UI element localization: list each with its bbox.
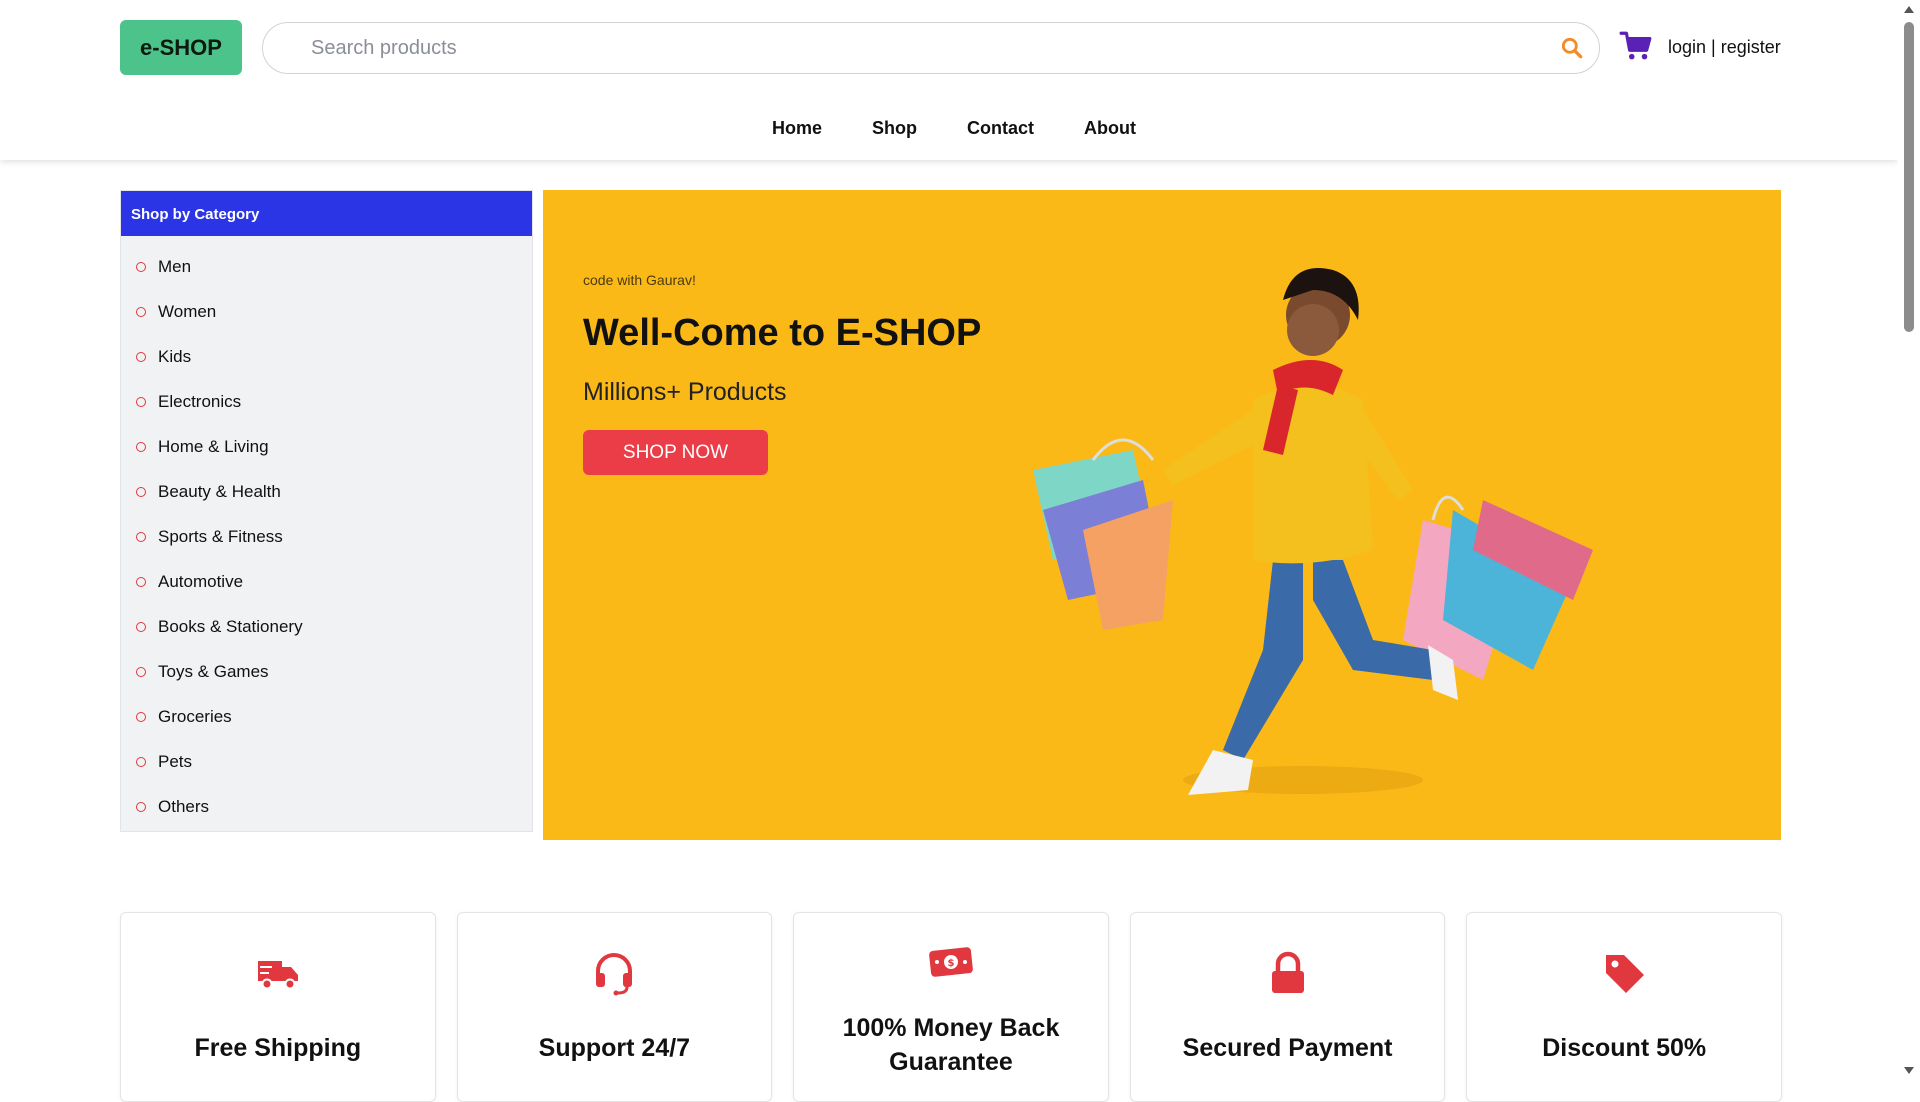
scroll-up-icon[interactable] [1904,6,1914,13]
lock-icon [1271,951,1304,993]
category-label: Home & Living [158,436,269,456]
svg-text:$: $ [948,958,955,969]
category-sports-fitness[interactable]: Sports & Fitness [121,514,532,559]
feature-card-secured-payment: Secured Payment [1129,912,1446,1102]
bullet-icon [136,306,146,317]
category-label: Women [158,301,217,321]
scroll-down-icon[interactable] [1904,1067,1914,1074]
bullet-icon [136,666,146,677]
search-bar[interactable] [262,22,1600,74]
category-label: Men [158,256,192,276]
feature-title: Free Shipping [194,1034,362,1062]
category-label: Others [158,796,210,816]
category-men[interactable]: Men [121,244,532,289]
shop-now-button[interactable]: SHOP NOW [583,430,768,475]
bullet-icon [136,261,146,272]
category-kids[interactable]: Kids [121,334,532,379]
bullet-icon [136,351,146,362]
nav-contact[interactable]: Contact [967,118,1034,139]
category-label: Sports & Fitness [158,526,283,546]
category-beauty-health[interactable]: Beauty & Health [121,469,532,514]
category-label: Kids [158,346,192,366]
hero-tagline: code with Gaurav! [583,272,696,288]
hero-banner: code with Gaurav! Well-Come to E-SHOP Mi… [543,190,1781,840]
hero-subtitle: Millions+ Products [583,378,787,406]
bullet-icon [136,486,146,497]
login-link[interactable]: login [1668,37,1706,57]
money-icon: $ [929,947,973,977]
category-list: Men Women Kids Electronics Home & Living… [121,236,532,829]
category-label: Toys & Games [158,661,269,681]
truck-icon [257,961,298,990]
bullet-icon [136,621,146,632]
category-sidebar: Shop by Category Men Women Kids Electron… [120,190,533,832]
category-label: Pets [158,751,193,771]
category-books-stationery[interactable]: Books & Stationery [121,604,532,649]
cart-icon[interactable] [1619,29,1653,63]
bullet-icon [136,441,146,452]
bullet-icon [136,756,146,767]
feature-title: Support 24/7 [538,1034,691,1062]
search-icon[interactable] [1559,35,1585,61]
headset-icon [596,953,633,996]
category-others[interactable]: Others [121,784,532,829]
search-input[interactable] [311,33,1511,63]
shopper-illustration [1033,268,1593,795]
page-scrollbar[interactable] [1898,0,1920,1080]
nav-shop[interactable]: Shop [872,118,917,139]
nav-about[interactable]: About [1084,118,1136,139]
nav-home[interactable]: Home [772,118,822,139]
feature-card-support: Support 24/7 [456,912,773,1102]
bullet-icon [136,531,146,542]
sidebar-title: Shop by Category [121,191,532,236]
bullet-icon [136,801,146,812]
category-home-living[interactable]: Home & Living [121,424,532,469]
bullet-icon [136,711,146,722]
auth-separator: | [1711,37,1716,57]
feature-card-shipping: Free Shipping [120,912,436,1102]
feature-card-money-back: $ 100% Money Back Guarantee [793,912,1109,1102]
feature-card-discount: Discount 50% [1466,912,1782,1102]
feature-title: Secured Payment [1182,1034,1393,1062]
feature-title: Discount 50% [1542,1034,1707,1062]
tag-icon [1606,955,1645,993]
scroll-thumb[interactable] [1904,22,1914,332]
category-electronics[interactable]: Electronics [121,379,532,424]
category-label: Beauty & Health [158,481,281,501]
category-label: Groceries [158,706,232,726]
category-toys-games[interactable]: Toys & Games [121,649,532,694]
category-automotive[interactable]: Automotive [121,559,532,604]
woman-figure [1163,268,1458,795]
register-link[interactable]: register [1721,37,1781,57]
site-header: e-SHOP login | register Home Shop Contac… [0,0,1898,160]
shopping-bags-left [1033,438,1173,630]
logo[interactable]: e-SHOP [120,20,242,75]
category-label: Books & Stationery [158,616,303,636]
hero-title: Well-Come to E-SHOP [583,312,982,354]
category-groceries[interactable]: Groceries [121,694,532,739]
bullet-icon [136,576,146,587]
features-row: Free Shipping Support 24/7 $ 100% Money … [120,912,1782,1102]
feature-title: 100% Money Back Guarantee [842,1014,1060,1076]
auth-links: login | register [1668,37,1781,58]
category-women[interactable]: Women [121,289,532,334]
bullet-icon [136,396,146,407]
category-label: Electronics [158,391,242,411]
category-label: Automotive [158,571,244,591]
category-pets[interactable]: Pets [121,739,532,784]
